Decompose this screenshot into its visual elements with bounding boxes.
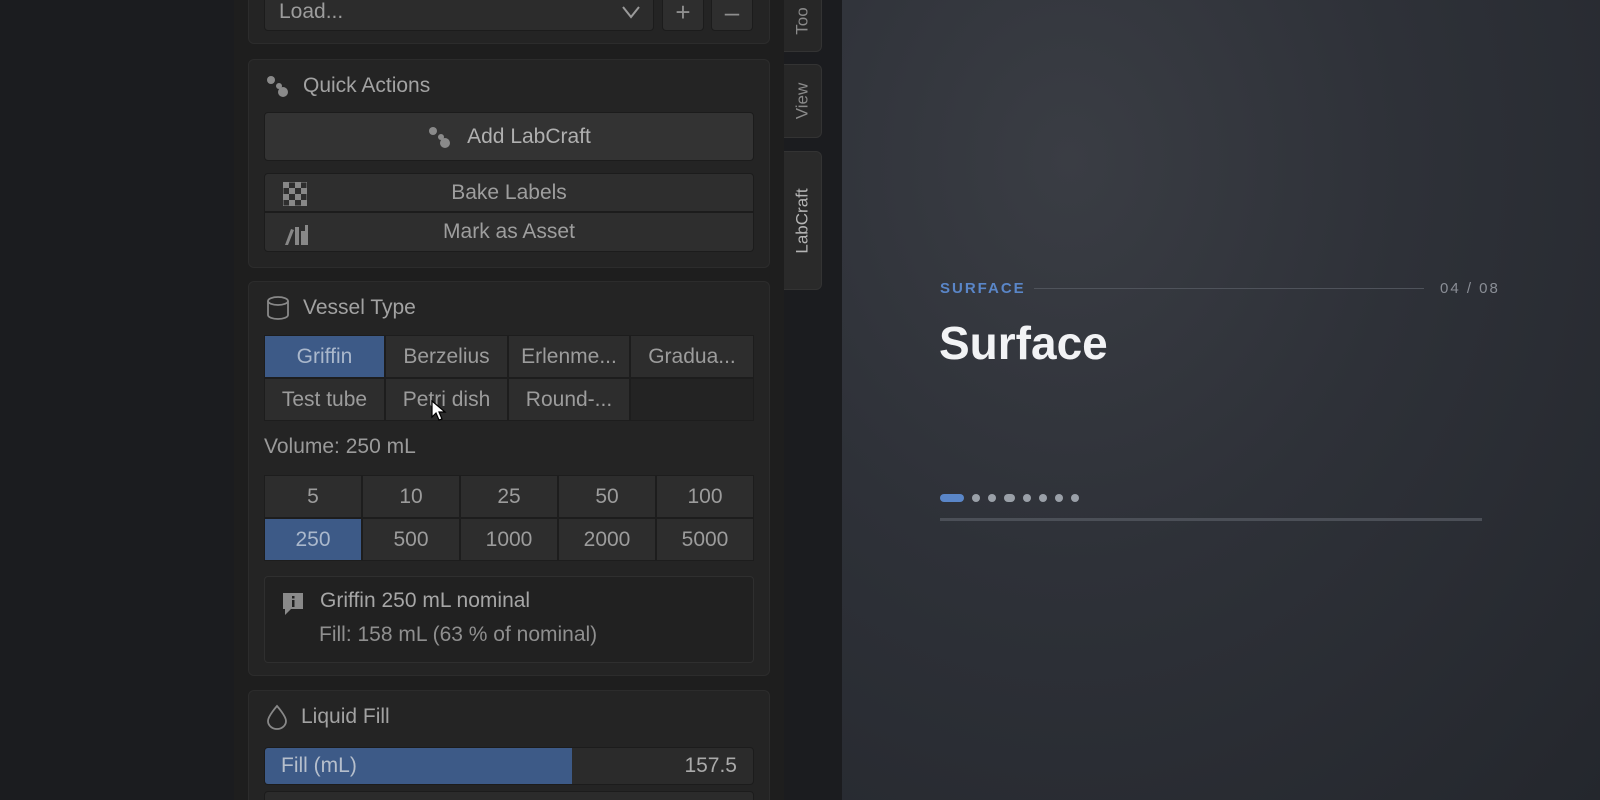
volume-option-5[interactable]: 5	[264, 475, 362, 518]
add-preset-label: +	[675, 0, 691, 27]
vessel-type-title: Vessel Type	[303, 296, 416, 319]
volume-option-1000[interactable]: 1000	[460, 518, 558, 561]
add-preset-button[interactable]: +	[662, 0, 704, 31]
mark-as-asset-button[interactable]: Mark as Asset	[264, 212, 754, 252]
info-title: Griffin 250 mL nominal	[320, 589, 531, 612]
stage-progress-track	[940, 518, 1482, 521]
bake-labels-label: Bake Labels	[451, 180, 567, 204]
cylinder-icon	[265, 295, 291, 321]
vessel-option-round-bottom[interactable]: Round-...	[508, 378, 630, 421]
slide-dot[interactable]	[972, 494, 980, 502]
fill-slider-value: 157.5	[684, 754, 737, 777]
quick-actions-title: Quick Actions	[303, 74, 431, 97]
presentation-stage: SURFACE 04 / 08 Surface	[842, 0, 1600, 800]
stage-kicker: SURFACE	[940, 280, 1026, 297]
vessel-option-berzelius[interactable]: Berzelius	[385, 335, 508, 378]
vessel-option-erlenmeyer[interactable]: Erlenme...	[508, 335, 630, 378]
quick-actions-panel: Quick Actions Add LabCraft Bake Labels M…	[248, 59, 770, 268]
slide-dot[interactable]	[1023, 494, 1031, 502]
vessel-option-graduated[interactable]: Gradua...	[630, 335, 754, 378]
vessel-type-panel: Vessel Type Griffin Berzelius Erlenme...…	[248, 281, 770, 676]
stage-title: Surface	[939, 317, 1108, 369]
fill-slider[interactable]: Fill (mL) 157.5	[264, 747, 754, 785]
vessel-info-box: Griffin 250 mL nominal Fill: 158 mL (63 …	[264, 576, 754, 663]
mark-as-asset-label: Mark as Asset	[443, 220, 575, 243]
vessel-option-test-tube[interactable]: Test tube	[264, 378, 385, 421]
slide-dot[interactable]	[1055, 494, 1063, 502]
info-icon	[281, 591, 305, 617]
preset-panel: Load... + –	[248, 0, 770, 44]
volume-option-250[interactable]: 250	[264, 518, 362, 561]
remove-preset-label: –	[724, 0, 740, 27]
volume-option-5000[interactable]: 5000	[656, 518, 754, 561]
checker-icon	[283, 182, 307, 206]
volume-option-10[interactable]: 10	[362, 475, 460, 518]
chevron-down-icon	[621, 4, 641, 20]
volume-option-500[interactable]: 500	[362, 518, 460, 561]
remove-preset-button[interactable]: –	[711, 0, 753, 31]
asset-books-icon	[283, 221, 309, 247]
slide-counter: 04 / 08	[1440, 280, 1500, 297]
volume-option-100[interactable]: 100	[656, 475, 754, 518]
liquid-fill-header: Liquid Fill	[265, 703, 390, 731]
volume-option-50[interactable]: 50	[558, 475, 656, 518]
next-field[interactable]	[264, 791, 754, 800]
vessel-option-griffin[interactable]: Griffin	[264, 335, 385, 378]
add-labcraft-button[interactable]: Add LabCraft	[264, 112, 754, 161]
volume-option-2000[interactable]: 2000	[558, 518, 656, 561]
volume-option-25[interactable]: 25	[460, 475, 558, 518]
slide-dot[interactable]	[1071, 494, 1079, 502]
tab-view[interactable]: View	[784, 64, 822, 138]
info-detail: Fill: 158 mL (63 % of nominal)	[319, 623, 598, 646]
slide-dot[interactable]	[1039, 494, 1047, 502]
tab-view-label: View	[792, 82, 812, 120]
molecules-icon	[265, 74, 291, 98]
vessel-option-empty	[630, 378, 754, 421]
quick-actions-header: Quick Actions	[265, 72, 430, 100]
tab-tool-label: Too	[792, 7, 812, 35]
preset-dropdown-label: Load...	[279, 0, 344, 23]
droplet-icon	[265, 704, 289, 730]
bake-labels-button[interactable]: Bake Labels	[264, 173, 754, 212]
tab-labcraft[interactable]: LabCraft	[784, 151, 822, 290]
molecules-icon	[427, 125, 453, 149]
mouse-cursor-icon	[431, 400, 447, 422]
preset-dropdown[interactable]: Load...	[264, 0, 654, 31]
liquid-fill-title: Liquid Fill	[301, 705, 390, 728]
liquid-fill-panel: Liquid Fill Fill (mL) 157.5	[248, 690, 770, 800]
slide-dots	[940, 493, 1079, 503]
vessel-type-header: Vessel Type	[265, 294, 416, 322]
fill-slider-label: Fill (mL)	[281, 754, 357, 777]
slide-dot[interactable]	[988, 494, 996, 502]
tab-tool[interactable]: Too	[784, 0, 822, 52]
add-labcraft-label: Add LabCraft	[467, 124, 591, 148]
slide-dot[interactable]	[1004, 494, 1015, 502]
volume-label: Volume: 250 mL	[264, 435, 416, 458]
tab-labcraft-label: LabCraft	[792, 187, 812, 254]
stage-divider	[1034, 288, 1424, 289]
slide-dot[interactable]	[940, 494, 964, 502]
